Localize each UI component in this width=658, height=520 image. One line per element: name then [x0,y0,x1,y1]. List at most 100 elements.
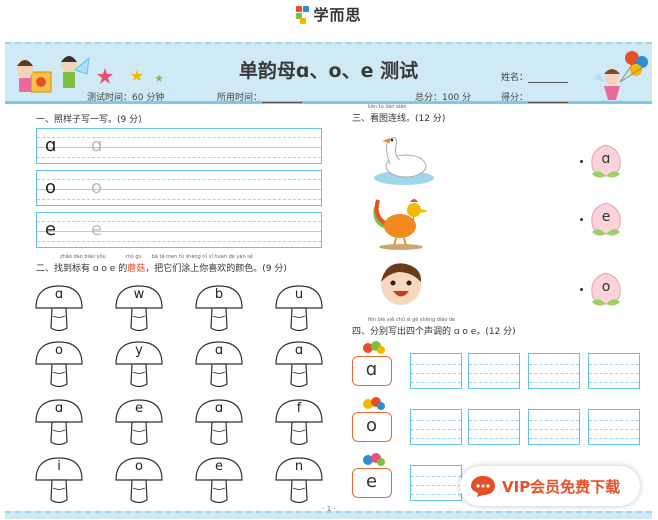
mushroom-12[interactable]: f [273,398,325,448]
mushroom-letter: e [215,459,223,474]
guide-line [529,420,579,421]
guide-line [529,364,579,365]
mushroom-5[interactable]: o [33,340,85,390]
used-time-blank[interactable] [262,94,303,103]
tone-writing-box[interactable] [410,465,462,501]
guide-line [529,429,579,430]
connect-dot[interactable] [580,218,583,221]
tone-writing-box[interactable] [468,353,520,389]
mushroom-letter: ɑ [214,343,224,358]
trace-letter: o [91,177,103,198]
fairy-balloons-icon [594,51,648,100]
connect-dot[interactable] [580,288,583,291]
letter-card-1: ɑ [352,356,392,386]
guide-line [37,241,321,242]
writing-row[interactable]: ɑɑ [36,128,322,164]
guide-line [469,420,519,421]
tone-writing-box[interactable] [528,353,580,389]
chat-bubble-icon [471,476,495,497]
section2-title: 二、找到标有 ɑ o e 的蘑菇，把它们涂上你喜欢的颜色。(9 分) [36,264,287,274]
guide-line [411,429,461,430]
tone-writing-box[interactable] [588,409,640,445]
score-label: 得分： [501,93,529,103]
guide-line [469,382,519,383]
guide-line [411,485,461,486]
mushroom-letter: e [135,401,143,416]
section3-pinyin: kàn tú lián xiàn [368,104,407,110]
tone-writing-box[interactable] [410,353,462,389]
vip-download-text: VIP会员免费下载 [502,478,621,496]
mushroom-10[interactable]: e [113,398,165,448]
letter-card-letter: o [365,415,377,436]
guide-line [37,137,321,138]
mushroom-letter: u [294,287,304,302]
letter-card-3: e [352,468,392,498]
mushroom-14[interactable]: o [113,456,165,506]
mushroom-6[interactable]: y [113,340,165,390]
guide-line [529,438,579,439]
guide-line [37,199,321,200]
letter-card-letter: e [365,471,378,492]
letter-card-letter: ɑ [365,359,378,380]
mushroom-3[interactable]: b [193,284,245,334]
rooster-picture [373,199,428,250]
model-letter: ɑ [45,135,57,156]
boy-face-picture [381,263,422,305]
used-time-field: 所用时间： [217,90,303,103]
mushroom-8[interactable]: ɑ [273,340,325,390]
mushroom-11[interactable]: ɑ [193,398,245,448]
peach-card-2[interactable]: e [588,200,624,240]
guide-line [411,364,461,365]
section2-pinyin: zhǎo dào biāo yǒu mó gu bǎ tā men tú shà… [60,254,253,260]
tone-writing-box[interactable] [410,409,462,445]
tone-writing-box[interactable] [528,409,580,445]
mushroom-15[interactable]: e [193,456,245,506]
peach-card-1[interactable]: ɑ [588,142,624,182]
guide-line [37,147,321,148]
name-label: 姓名： [501,73,529,83]
guide-line [469,364,519,365]
name-field: 姓名： [501,70,569,83]
tone-writing-box[interactable] [588,353,640,389]
section4-title: 四、分别写出四个声调的 ɑ o e。(12 分) [352,327,516,337]
letter-card-2: o [352,412,392,442]
trace-letter: ɑ [91,135,103,156]
mushroom-2[interactable]: w [113,284,165,334]
mushroom-9[interactable]: ɑ [33,398,85,448]
section4-pinyin: fēn bié xiě chū sì gè shēng diào de [368,317,456,323]
section3-title: 三、看图连线。(12 分) [352,114,446,124]
mushroom-7[interactable]: ɑ [193,340,245,390]
mushroom-letter: f [296,401,302,416]
exam-time: 测试时间：60 分钟 [87,93,165,103]
mushroom-letter: b [214,287,224,302]
mushroom-13[interactable]: i [33,456,85,506]
guide-line [37,231,321,232]
guide-line [589,429,639,430]
brand-name: 学而思 [313,6,362,24]
writing-row[interactable]: ee [36,212,322,248]
guide-line [411,420,461,421]
peach-letter: ɑ [601,151,611,167]
peach-letter: o [601,279,611,295]
guide-line [469,429,519,430]
mushroom-letter: ɑ [54,401,64,416]
peach-card-3[interactable]: o [588,270,624,310]
model-letter: o [45,177,57,198]
writing-row[interactable]: oo [36,170,322,206]
vip-download-button[interactable]: VIP会员免费下载 [460,466,640,506]
mushroom-4[interactable]: u [273,284,325,334]
connect-dot[interactable] [580,160,583,163]
mushroom-16[interactable]: n [273,456,325,506]
brand-mark-icon [296,5,310,24]
mushroom-letter: i [57,459,61,474]
guide-line [589,438,639,439]
tone-writing-box[interactable] [468,409,520,445]
guide-line [589,373,639,374]
score-blank[interactable] [528,94,569,103]
guide-line [37,179,321,180]
guide-line [469,438,519,439]
mushroom-1[interactable]: ɑ [33,284,85,334]
guide-line [411,494,461,495]
name-blank[interactable] [528,74,569,83]
section2-highlight: 蘑菇 [127,264,146,274]
